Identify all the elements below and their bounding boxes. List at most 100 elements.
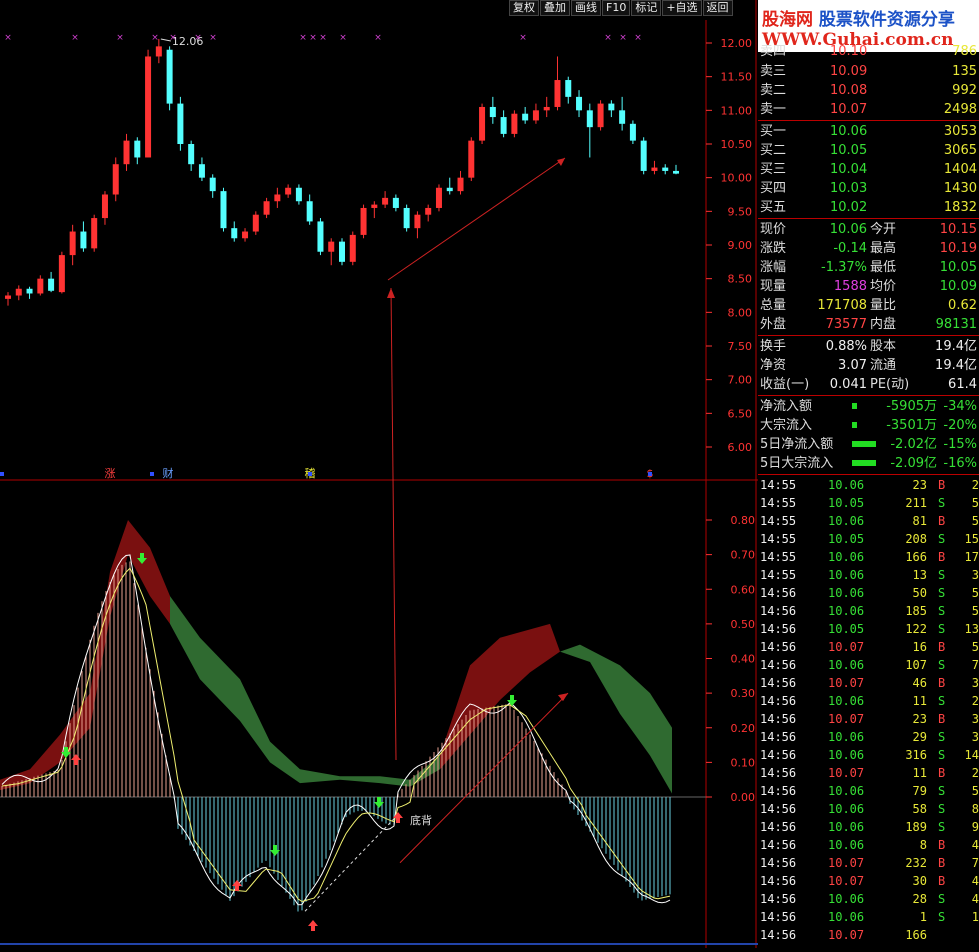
back-button[interactable]: 返回 [702,0,733,16]
order-book-row-sell: 卖二 10.08 992 [758,81,979,100]
stat-label: 股本 [870,339,897,354]
event-marker: × [374,33,382,43]
indicator-axis-label: 0.60 [731,583,756,596]
flow-percent: -20% [943,418,977,433]
order-price: 10.06 [830,124,868,139]
candle-body [608,103,615,111]
tick-price: 10.06 [828,550,865,564]
flow-percent: -15% [943,437,977,452]
candle-body [26,288,33,294]
sell-signal-arrow [510,695,514,700]
candle-body [134,140,141,158]
price-axis-label: 11.00 [721,104,753,117]
candle-body [306,201,313,222]
tick-time: 14:56 [760,586,797,600]
tick-price: 10.07 [828,928,865,942]
f10-button[interactable]: F10 [602,0,631,16]
quote-panel: 卖四 10.10 786 卖三 10.09 135 卖二 10.08 992 卖一 10.07 249… [758,44,979,948]
tick-time: 14:56 [760,694,797,708]
price-axis-label: 10.50 [721,138,753,151]
quote-stat-row: 现量 1588 均价 10.09 [758,277,979,296]
tick-count: 9 [971,820,979,834]
sell-signal-arrow [377,797,381,802]
tick-row: 14:56 10.07 30 B 4 [758,872,979,890]
tick-row: 14:55 10.05 211 S 5 [758,494,979,512]
event-marker: × [151,33,159,43]
tick-volume: 50 [912,586,927,600]
candle-body [425,207,432,215]
tick-time: 14:55 [760,550,797,564]
tick-volume: 29 [912,730,927,744]
order-volume: 3065 [943,143,977,158]
candle-body [349,234,356,262]
buy-signal-arrow [396,818,400,823]
tick-time: 14:56 [760,766,797,780]
event-marker: × [604,33,612,43]
tick-time: 14:56 [760,802,797,816]
tick-volume: 8 [919,838,927,852]
overlay-button[interactable]: 叠加 [540,0,570,16]
order-volume: 3053 [943,124,977,139]
event-marker: × [169,33,177,43]
event-marker: × [634,33,642,43]
candle-body [532,110,539,121]
mark-button[interactable]: 标记 [631,0,662,16]
candle-body [522,113,529,121]
indicator-trend-arrow-head [558,693,568,702]
flow-bar [852,422,857,428]
tick-row: 14:56 10.06 11 S 2 [758,692,979,710]
tick-count: 2 [971,766,979,780]
tick-side: S [938,784,946,798]
tick-count: 5 [971,604,979,618]
stat-label: 外盘 [760,317,787,332]
tick-price: 10.06 [828,748,865,762]
tick-side: B [938,478,946,492]
price-axis-label: 8.00 [728,306,753,319]
candle-body [576,96,583,111]
tick-volume: 1 [919,910,927,924]
fund-flow-row: 5日净流入额 -2.02亿 -15% [758,435,979,454]
tick-time: 14:55 [760,478,797,492]
event-marker: × [619,33,627,43]
candle-body [629,123,636,141]
tick-price: 10.06 [828,586,865,600]
candle-body [435,187,442,208]
tick-volume: 166 [905,550,927,564]
tick-row: 14:56 10.06 79 S 5 [758,782,979,800]
tick-time: 14:56 [760,820,797,834]
tick-count: 14 [964,748,979,762]
tick-count: 5 [971,496,979,510]
tick-side: S [938,532,946,546]
event-marker: × [71,33,79,43]
info-dot [648,472,652,476]
info-marker-0: 涨 [105,467,116,480]
tick-side: S [938,622,946,636]
price-axis-label: 10.00 [721,172,753,185]
tick-side: B [938,550,946,564]
order-book-row: 卖四 10.10 786 [758,42,979,61]
tick-count: 3 [971,568,979,582]
tick-row: 14:56 10.06 8 B 4 [758,836,979,854]
stat-label: 总量 [760,298,787,313]
tick-count: 8 [971,802,979,816]
draw-line-button[interactable]: 画线 [571,0,601,16]
kline-chart-area[interactable]: 12.00 11.50 11.00 10.50 10.00 9.50 9.00 8.50 8.0… [0,0,758,948]
restore-rights-button[interactable]: 复权 [509,0,539,16]
add-watchlist-button[interactable]: +自选 [662,0,702,16]
stat-label: 现量 [760,279,787,294]
order-level-label: 买三 [760,162,787,177]
chart-canvas[interactable]: 12.00 11.50 11.00 10.50 10.00 9.50 9.00 8.50 8.0… [0,0,758,948]
divider [758,120,979,121]
candle-body [112,164,119,195]
tick-count: 3 [971,730,979,744]
tick-side: B [938,766,946,780]
sell-signal-arrow [273,845,277,850]
tick-row: 14:56 10.07 11 B 2 [758,764,979,782]
tick-row: 14:56 10.06 185 S 5 [758,602,979,620]
tick-side: S [938,496,946,510]
order-book-row-buy: 买五 10.02 1832 [758,198,979,217]
fund-flow-row: 大宗流入 -3501万 -20% [758,416,979,435]
flow-percent: -16% [943,456,977,471]
candle-body [91,218,98,249]
info-dot [150,472,154,476]
